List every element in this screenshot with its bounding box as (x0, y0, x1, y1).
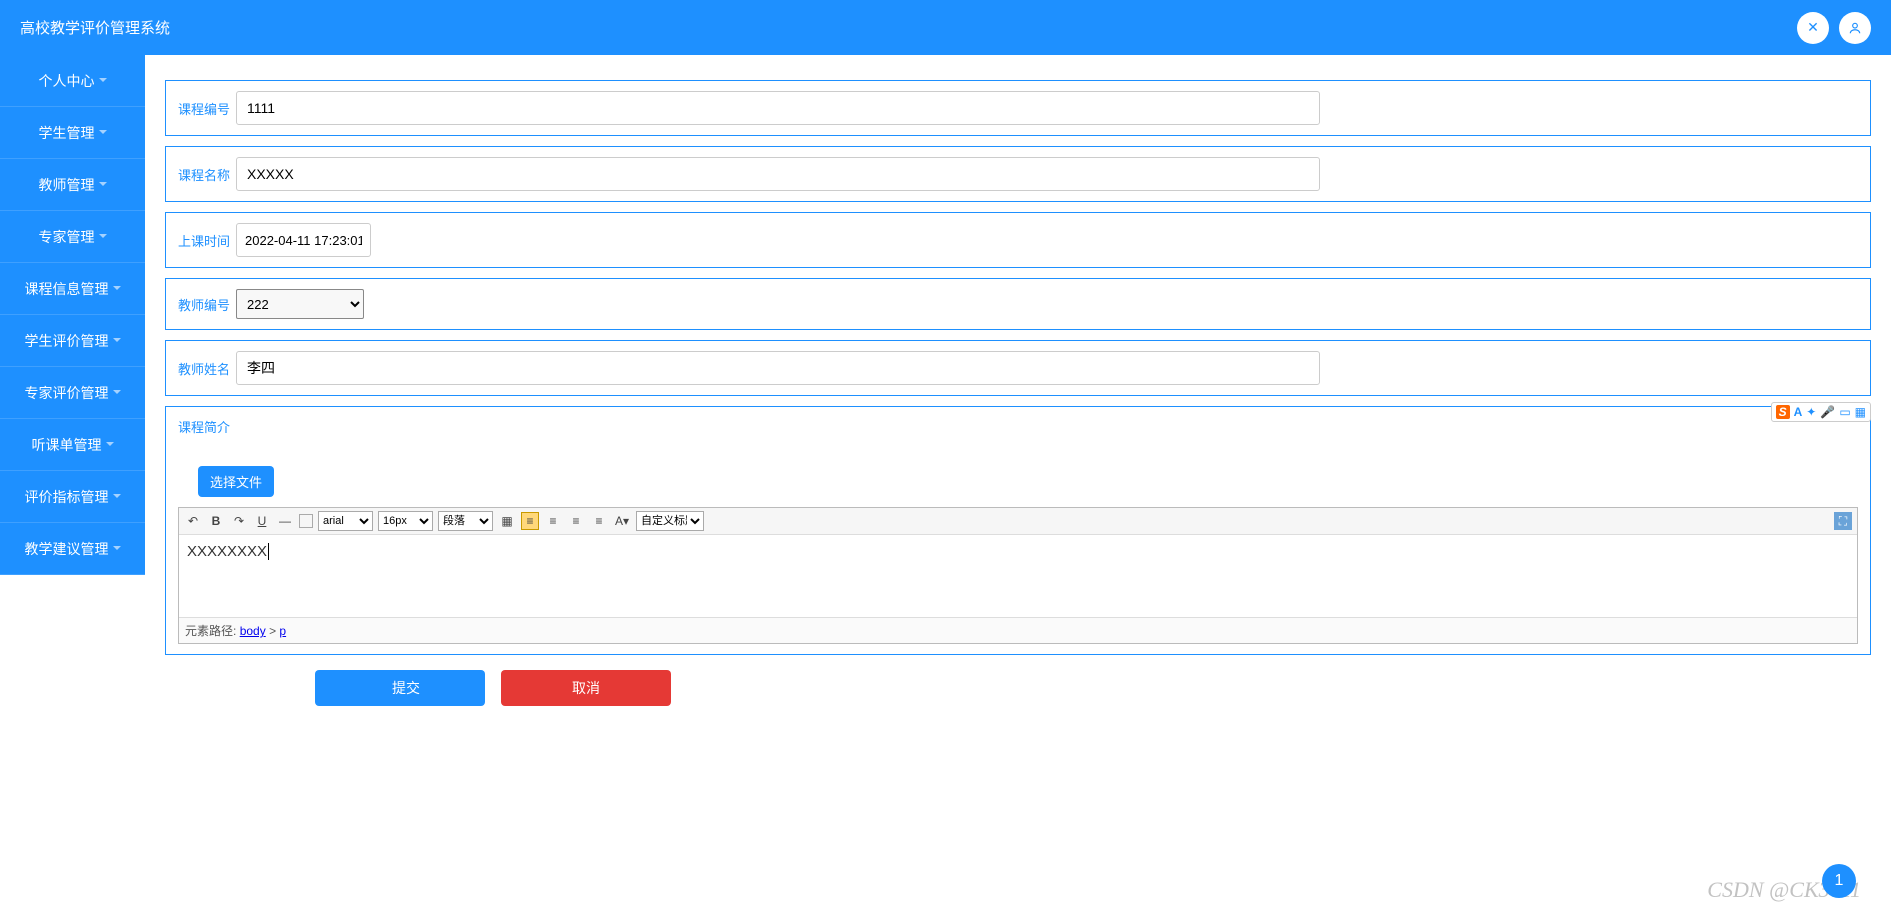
sidebar-item-label: 教学建议管理 (25, 539, 109, 559)
main-content: 课程编号 课程名称 上课时间 教师编号 222 教师姓名 课程简介 选择文件 ↶… (145, 55, 1891, 706)
cancel-button[interactable]: 取消 (501, 670, 671, 706)
row-course-name: 课程名称 (165, 146, 1871, 202)
sidebar-item-label: 评价指标管理 (25, 487, 109, 507)
editor-path-bar: 元素路径: body > p (179, 617, 1857, 643)
ime-setting-icon[interactable]: ✦ (1806, 405, 1816, 419)
ime-toolbar[interactable]: S A ✦ 🎤 ▭ ▦ (1771, 402, 1871, 422)
sidebar-item-label: 课程信息管理 (25, 279, 109, 299)
editor-toolbar: ↶ B ↷ U — arial 16px 段落 ▦ ≡ ≡ ≡ ≡ A▾ 自定义… (179, 508, 1857, 535)
user-icon[interactable] (1839, 12, 1871, 44)
header-actions: ✕ (1797, 12, 1871, 44)
sidebar-item-lecture[interactable]: 听课单管理 (0, 419, 145, 471)
underline-icon[interactable]: U (253, 512, 271, 530)
align-justify-icon[interactable]: ≡ (590, 512, 608, 530)
editor-textarea[interactable]: XXXXXXXX (179, 535, 1857, 617)
row-teacher-name: 教师姓名 (165, 340, 1871, 396)
label-course-intro: 课程简介 (178, 417, 1858, 436)
row-course-id: 课程编号 (165, 80, 1871, 136)
sidebar-item-student-eval[interactable]: 学生评价管理 (0, 315, 145, 367)
sidebar-item-teacher[interactable]: 教师管理 (0, 159, 145, 211)
table-icon[interactable]: ▦ (498, 512, 516, 530)
sidebar-item-expert-eval[interactable]: 专家评价管理 (0, 367, 145, 419)
submit-button[interactable]: 提交 (315, 670, 485, 706)
row-class-time: 上课时间 (165, 212, 1871, 268)
ime-a-icon: A (1794, 405, 1803, 419)
sidebar-item-label: 教师管理 (39, 175, 95, 195)
blank-icon[interactable] (299, 514, 313, 528)
font-select[interactable]: arial (318, 511, 373, 531)
para-select[interactable]: 段落 (438, 511, 493, 531)
custom-title-select[interactable]: 自定义标题 (636, 511, 704, 531)
sidebar-item-label: 专家管理 (39, 227, 95, 247)
label-teacher-name: 教师姓名 (178, 359, 236, 378)
label-class-time: 上课时间 (178, 231, 236, 250)
editor-text: XXXXXXXX (187, 543, 267, 560)
hr-icon[interactable]: — (276, 512, 294, 530)
action-buttons: 提交 取消 (315, 670, 1871, 706)
label-course-id: 课程编号 (178, 99, 236, 118)
size-select[interactable]: 16px (378, 511, 433, 531)
sidebar-item-label: 个人中心 (39, 71, 95, 91)
sidebar-item-label: 学生评价管理 (25, 331, 109, 351)
input-teacher-name[interactable] (236, 351, 1320, 385)
label-teacher-id: 教师编号 (178, 295, 236, 314)
path-p-link[interactable]: p (279, 624, 286, 638)
rich-editor: ↶ B ↷ U — arial 16px 段落 ▦ ≡ ≡ ≡ ≡ A▾ 自定义… (178, 507, 1858, 644)
ime-mic-icon[interactable]: 🎤 (1820, 405, 1835, 419)
fullscreen-editor-icon[interactable]: ⛶ (1834, 512, 1852, 530)
input-course-id[interactable] (236, 91, 1320, 125)
sidebar-item-label: 专家评价管理 (25, 383, 109, 403)
path-prefix: 元素路径: (185, 624, 236, 638)
align-left-icon[interactable]: ≡ (521, 512, 539, 530)
ime-box-icon[interactable]: ▭ (1839, 405, 1850, 419)
app-title: 高校教学评价管理系统 (20, 17, 170, 38)
undo-icon[interactable]: ↶ (184, 512, 202, 530)
sidebar-item-suggestion[interactable]: 教学建议管理 (0, 523, 145, 575)
submit-label: 提交 (392, 678, 420, 698)
sidebar-item-student[interactable]: 学生管理 (0, 107, 145, 159)
label-course-name: 课程名称 (178, 165, 236, 184)
sidebar-item-personal[interactable]: 个人中心 (0, 55, 145, 107)
upload-file-button[interactable]: 选择文件 (198, 466, 274, 497)
sidebar-item-eval-index[interactable]: 评价指标管理 (0, 471, 145, 523)
row-teacher-id: 教师编号 222 (165, 278, 1871, 330)
row-course-intro: 课程简介 选择文件 ↶ B ↷ U — arial 16px 段落 ▦ ≡ ≡ … (165, 406, 1871, 655)
path-body-link[interactable]: body (240, 624, 266, 638)
align-center-icon[interactable]: ≡ (544, 512, 562, 530)
float-badge[interactable]: 1 (1822, 864, 1856, 898)
sidebar-item-label: 学生管理 (39, 123, 95, 143)
ime-grid-icon[interactable]: ▦ (1855, 405, 1866, 419)
ime-logo-icon: S (1776, 405, 1790, 419)
bold-icon[interactable]: B (207, 512, 225, 530)
input-class-time[interactable] (236, 223, 371, 257)
sidebar: 个人中心 学生管理 教师管理 专家管理 课程信息管理 学生评价管理 专家评价管理… (0, 55, 145, 575)
sidebar-item-course-info[interactable]: 课程信息管理 (0, 263, 145, 315)
align-right-icon[interactable]: ≡ (567, 512, 585, 530)
font-color-icon[interactable]: A▾ (613, 512, 631, 530)
input-course-name[interactable] (236, 157, 1320, 191)
sidebar-item-expert[interactable]: 专家管理 (0, 211, 145, 263)
select-teacher-id[interactable]: 222 (236, 289, 364, 319)
top-header: 高校教学评价管理系统 ✕ (0, 0, 1891, 55)
sidebar-item-label: 听课单管理 (32, 435, 102, 455)
fullscreen-icon[interactable]: ✕ (1797, 12, 1829, 44)
path-sep: > (269, 624, 279, 638)
redo-icon[interactable]: ↷ (230, 512, 248, 530)
